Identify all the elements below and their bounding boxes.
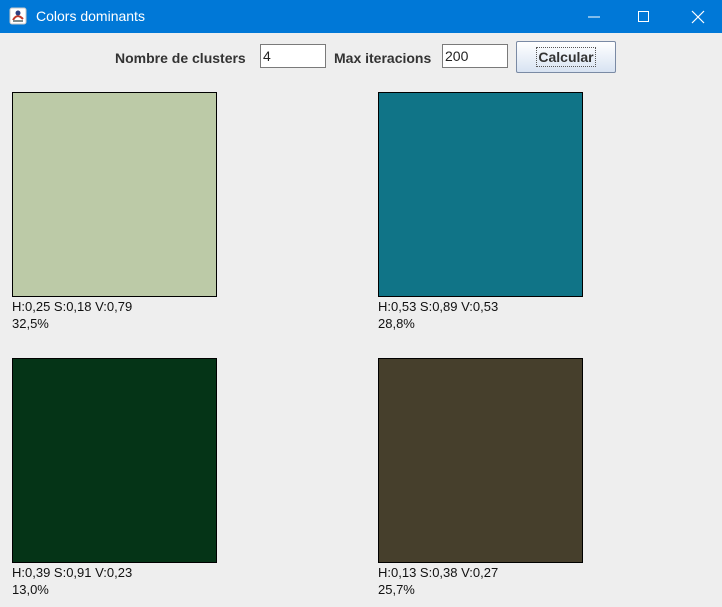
minimize-icon: [588, 16, 600, 18]
cluster-percent-4: 25,7%: [378, 582, 415, 597]
max-iterations-input[interactable]: 200: [442, 44, 508, 68]
max-iterations-label: Max iteracions: [334, 50, 432, 66]
maximize-button[interactable]: [620, 0, 668, 33]
java-app-icon: [9, 7, 27, 25]
cluster-swatch-1: [12, 92, 217, 297]
cluster-swatch-4: [378, 358, 583, 563]
cluster-percent-2: 28,8%: [378, 316, 415, 331]
maximize-icon: [638, 11, 649, 22]
controls-bar: Nombre de clusters 4 Max iteracions 200 …: [0, 40, 722, 74]
close-button[interactable]: [674, 0, 722, 33]
cluster-swatch-2: [378, 92, 583, 297]
calculate-button[interactable]: Calcular: [516, 41, 616, 73]
calculate-button-label: Calcular: [536, 47, 596, 67]
cluster-percent-3: 13,0%: [12, 582, 49, 597]
cluster-swatch-3: [12, 358, 217, 563]
cluster-hsv-2: H:0,53 S:0,89 V:0,53: [378, 299, 499, 314]
close-icon: [691, 10, 705, 24]
cluster-hsv-1: H:0,25 S:0,18 V:0,79: [12, 299, 133, 314]
cluster-percent-1: 32,5%: [12, 316, 49, 331]
window-title: Colors dominants: [36, 8, 145, 24]
clusters-label: Nombre de clusters: [115, 50, 246, 66]
clusters-input[interactable]: 4: [260, 44, 326, 68]
cluster-hsv-4: H:0,13 S:0,38 V:0,27: [378, 565, 499, 580]
minimize-button[interactable]: [570, 0, 618, 33]
title-bar[interactable]: Colors dominants: [0, 0, 722, 33]
cluster-hsv-3: H:0,39 S:0,91 V:0,23: [12, 565, 133, 580]
